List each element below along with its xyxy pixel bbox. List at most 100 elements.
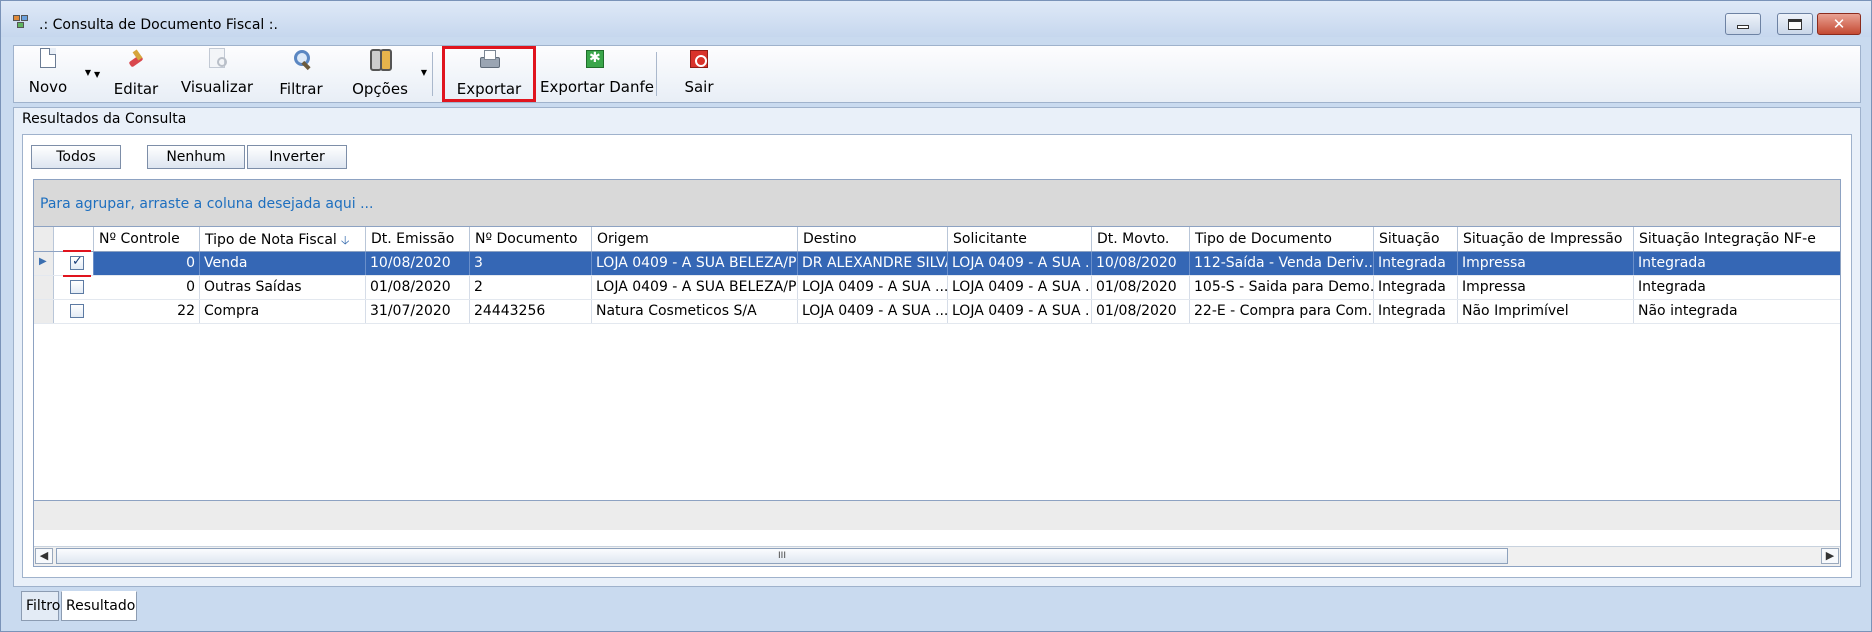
cell-controle: 22 [94, 300, 200, 323]
column-header-solicitante[interactable]: Solicitante [948, 227, 1092, 251]
exportar-danfe-label: Exportar Danfe [540, 78, 654, 96]
scroll-right-icon[interactable]: ▶ [1821, 548, 1839, 564]
select-all-button[interactable]: Todos [31, 145, 121, 169]
horizontal-scrollbar[interactable]: ◀ III ▶ [34, 546, 1840, 566]
column-header-origem[interactable]: Origem [592, 227, 798, 251]
cell-solicitante: LOJA 0409 - A SUA ... [948, 252, 1092, 275]
column-header-tipo-documento[interactable]: Tipo de Documento [1190, 227, 1374, 251]
cell-situacao-integracao: Não integrada [1638, 303, 1738, 319]
cell-destino: DR ALEXANDRE SILVA [798, 252, 948, 275]
row-checkbox-mark[interactable] [70, 254, 84, 270]
column-header-situacao-impressao[interactable]: Situação de Impressão [1458, 227, 1634, 251]
cell-situacao-impressao: Não Imprimível [1458, 300, 1634, 323]
toolbar-separator [432, 52, 433, 96]
sort-descending-icon: 🡣 [340, 233, 350, 247]
exit-icon [690, 50, 708, 68]
new-document-icon [40, 48, 56, 68]
column-header-situacao[interactable]: Situação [1374, 227, 1458, 251]
column-header-tipo-nota[interactable]: Tipo de Nota Fiscal 🡣 [200, 227, 366, 251]
maximize-button[interactable] [1777, 13, 1813, 35]
editar-label: Editar [113, 80, 159, 98]
current-row-arrow-icon: ▶ [39, 256, 47, 267]
column-header-dt-emissao[interactable]: Dt. Emissão [366, 227, 470, 251]
visualizar-button[interactable]: Visualizar [174, 48, 260, 100]
exportar-highlight-box [442, 46, 536, 102]
table-row[interactable]: ▶ 0 Venda 10/08/2020 3 LOJA 0409 - A SUA… [34, 250, 1840, 277]
editar-button[interactable]: Editar [106, 48, 166, 100]
cell-tipo-documento: 22-E - Compra para Com… [1190, 300, 1374, 323]
header-indicator-cell [34, 227, 54, 251]
cell-situacao-integracao: Integrada [1638, 255, 1706, 271]
novo-label: Novo [28, 78, 68, 96]
group-by-area[interactable]: Para agrupar, arraste a coluna desejada … [34, 180, 1840, 226]
visualizar-label: Visualizar [180, 78, 254, 96]
cell-dt-movto: 01/08/2020 [1092, 300, 1190, 323]
cell-solicitante: LOJA 0409 - A SUA ... [948, 300, 1092, 323]
invert-selection-button[interactable]: Inverter [247, 145, 347, 169]
cell-documento: 3 [470, 252, 592, 275]
cell-dt-emissao: 10/08/2020 [366, 252, 470, 275]
opcoes-label: Opções [352, 80, 408, 98]
novo-dropdown-icon[interactable]: ▼ [84, 68, 92, 80]
tab-resultado[interactable]: Resultado [61, 591, 137, 621]
cell-tipo-nota: Venda [200, 252, 366, 275]
column-header-controle[interactable]: Nº Controle [94, 227, 200, 251]
filtrar-button[interactable]: Filtrar [270, 48, 332, 100]
cell-situacao-impressao: Impressa [1458, 252, 1634, 275]
window-title: .: Consulta de Documento Fiscal :. [39, 17, 278, 33]
exportar-danfe-button[interactable]: Exportar Danfe [540, 48, 654, 100]
cell-solicitante: LOJA 0409 - A SUA ... [948, 276, 1092, 299]
opcoes-dropdown-icon[interactable]: ▼ [420, 68, 428, 80]
cell-origem: LOJA 0409 - A SUA BELEZA/PR [592, 252, 798, 275]
column-header-dt-movto[interactable]: Dt. Movto. [1092, 227, 1190, 251]
main-window: .: Consulta de Documento Fiscal :. ✕ Nov… [0, 0, 1872, 632]
row-checkbox[interactable] [70, 304, 84, 318]
danfe-export-icon [586, 50, 604, 68]
results-panel: Todos Nenhum Inverter Para agrupar, arra… [22, 134, 1852, 578]
cell-controle: 0 [94, 276, 200, 299]
edit-brush-icon [125, 48, 147, 70]
cell-origem: LOJA 0409 - A SUA BELEZA/PR [592, 276, 798, 299]
column-header-documento[interactable]: Nº Documento [470, 227, 592, 251]
scroll-left-icon[interactable]: ◀ [35, 548, 53, 564]
scroll-thumb[interactable]: III [56, 548, 1508, 564]
cell-situacao-integracao: Integrada [1638, 279, 1706, 295]
minimize-button[interactable] [1725, 13, 1761, 35]
cell-tipo-nota: Compra [200, 300, 366, 323]
column-header-tipo-nota-label: Tipo de Nota Fiscal [205, 232, 337, 248]
novo-dropdown-arrow-icon[interactable]: ▼ [94, 70, 100, 79]
grid-header: Nº Controle Tipo de Nota Fiscal 🡣 Dt. Emi… [34, 226, 1840, 252]
column-header-destino[interactable]: Destino [798, 227, 948, 251]
sair-button[interactable]: Sair [674, 48, 724, 100]
cell-situacao: Integrada [1374, 252, 1458, 275]
cell-tipo-nota: Outras Saídas [200, 276, 366, 299]
cell-origem: Natura Cosmeticos S/A [592, 300, 798, 323]
row-checkbox[interactable] [70, 280, 84, 294]
select-none-button[interactable]: Nenhum [147, 145, 245, 169]
row-indicator-cell [34, 300, 54, 323]
results-grid[interactable]: Para agrupar, arraste a coluna desejada … [33, 179, 1841, 567]
cell-dt-movto: 01/08/2020 [1092, 276, 1190, 299]
view-document-icon [209, 48, 227, 68]
results-group: Resultados da Consulta Todos Nenhum Inve… [13, 107, 1861, 587]
table-row[interactable]: 22 Compra 31/07/2020 24443256 Natura Cos… [34, 300, 1840, 324]
cell-tipo-documento: 105-S - Saida para Demo… [1190, 276, 1374, 299]
cell-situacao: Integrada [1374, 300, 1458, 323]
options-icon [369, 48, 392, 71]
app-icon [13, 15, 31, 29]
sair-label: Sair [684, 78, 714, 96]
cell-situacao-impressao: Impressa [1458, 276, 1634, 299]
close-button[interactable]: ✕ [1817, 13, 1861, 35]
cell-documento: 24443256 [470, 300, 592, 323]
header-check-column[interactable] [54, 227, 94, 251]
table-row[interactable]: 0 Outras Saídas 01/08/2020 2 LOJA 0409 -… [34, 276, 1840, 300]
opcoes-button[interactable]: Opções [344, 48, 416, 100]
results-title: Resultados da Consulta [22, 111, 187, 127]
close-icon: ✕ [1832, 14, 1846, 33]
tab-filtro[interactable]: Filtro [21, 591, 60, 621]
minimize-icon [1737, 25, 1749, 29]
cell-situacao: Integrada [1374, 276, 1458, 299]
title-bar[interactable]: .: Consulta de Documento Fiscal :. ✕ [1, 1, 1871, 37]
novo-button[interactable]: Novo ▼ [22, 48, 100, 100]
column-header-situacao-integracao[interactable]: Situação Integração NF-e [1634, 227, 1840, 251]
